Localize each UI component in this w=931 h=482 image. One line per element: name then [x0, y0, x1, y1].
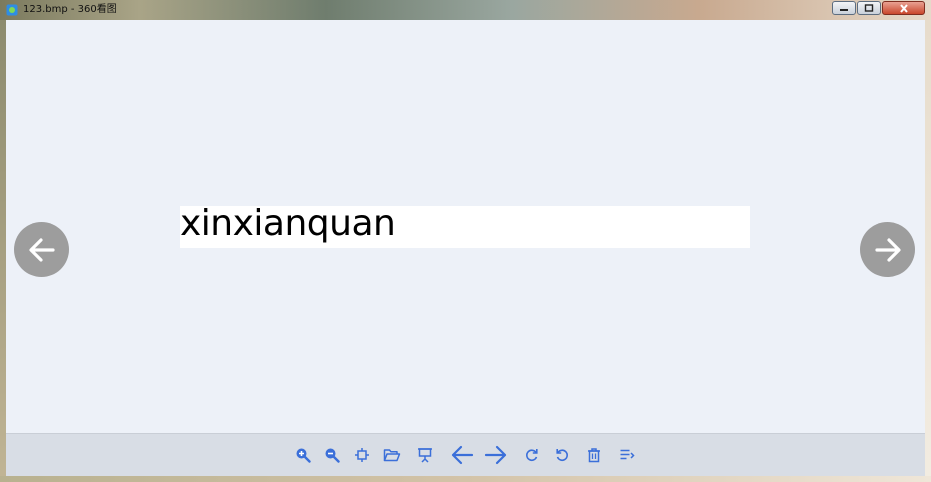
arrow-right-icon — [484, 445, 507, 465]
zoom-in-button[interactable] — [292, 444, 314, 466]
zoom-out-icon — [325, 448, 340, 463]
previous-button[interactable] — [449, 444, 475, 466]
menu-button[interactable] — [616, 444, 638, 466]
arrow-left-icon — [451, 445, 474, 465]
rotate-counterclockwise-button[interactable] — [551, 444, 573, 466]
title-bar[interactable]: 123.bmp - 360看图 — [0, 0, 931, 20]
window-bottom-border — [0, 476, 931, 482]
bottom-toolbar — [6, 433, 925, 476]
arrow-right-icon — [874, 237, 901, 262]
rotate-right-icon — [526, 449, 538, 461]
rotate-left-icon — [556, 449, 568, 461]
fit-to-window-button[interactable] — [351, 444, 373, 466]
previous-image-button[interactable] — [14, 222, 69, 277]
maximize-icon — [864, 4, 874, 12]
slideshow-button[interactable] — [414, 444, 436, 466]
maximize-button[interactable] — [857, 1, 881, 15]
close-icon — [899, 3, 908, 13]
minimize-button[interactable] — [832, 1, 856, 15]
zoom-out-button[interactable] — [321, 444, 343, 466]
window-right-border — [925, 20, 931, 476]
image-text: xinxianquan — [180, 206, 396, 244]
open-folder-button[interactable] — [381, 444, 403, 466]
zoom-in-icon — [296, 448, 311, 463]
menu-icon — [620, 449, 635, 460]
displayed-image: xinxianquan — [180, 206, 750, 248]
close-button[interactable] — [882, 1, 925, 15]
delete-button[interactable] — [583, 444, 605, 466]
folder-icon — [383, 449, 401, 462]
app-icon — [6, 4, 18, 16]
window-title: 123.bmp - 360看图 — [23, 4, 117, 15]
minimize-icon — [840, 9, 848, 11]
arrow-left-icon — [28, 237, 55, 262]
fit-icon — [355, 448, 369, 462]
rotate-clockwise-button[interactable] — [521, 444, 543, 466]
trash-icon — [588, 448, 600, 463]
next-button[interactable] — [483, 444, 509, 466]
image-viewer-area[interactable]: xinxianquan — [6, 20, 925, 433]
next-image-button[interactable] — [860, 222, 915, 277]
window-controls — [831, 1, 925, 16]
slideshow-icon — [418, 448, 432, 463]
